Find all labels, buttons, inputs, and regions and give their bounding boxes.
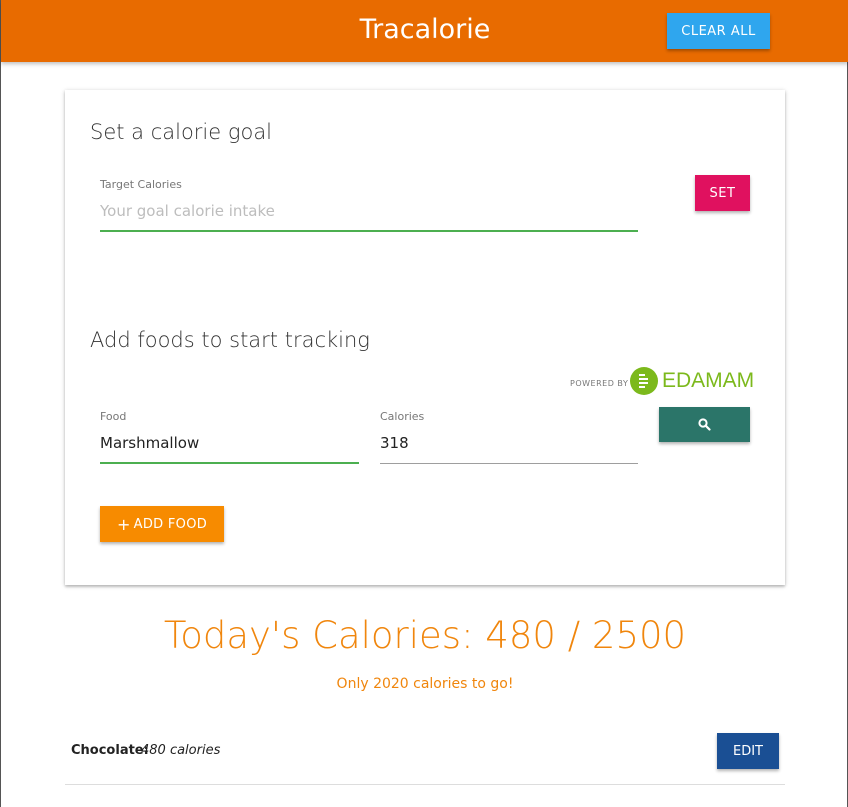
navbar: Tracalorie CLEAR ALL [1,0,848,62]
food-input[interactable]: Marshmallow [100,434,199,452]
calories-remaining: Only 2020 calories to go! [336,676,514,692]
edit-item-button[interactable]: EDIT [717,733,779,769]
powered-by-label: POWERED BY [570,379,629,388]
calories-input[interactable]: 318 [380,434,409,452]
edamam-brand: EDAMAM [662,369,755,392]
target-calories-underline [100,230,638,232]
todays-calories-total: Today's Calories: 480 / 2500 [163,614,687,657]
edamam-logo-icon [630,367,658,395]
set-goal-button[interactable]: SET [695,175,750,211]
add-food-button[interactable]: + ADD FOOD [100,506,224,542]
food-label: Food [100,410,127,423]
clear-all-button[interactable]: CLEAR ALL [667,13,770,49]
item-name: Chocolate: [71,743,149,758]
list-item: Chocolate: 480 calories EDIT [65,730,785,785]
calories-underline [380,463,638,464]
add-food-label: ADD FOOD [133,516,208,532]
tracker-card: Set a calorie goal Target Calories Your … [65,90,785,585]
plus-icon: + [116,514,131,534]
food-underline [100,462,359,464]
food-section-title: Add foods to start tracking [90,328,370,352]
calories-label: Calories [380,410,425,423]
item-calories: 480 calories [141,743,221,758]
goal-section-title: Set a calorie goal [90,120,273,144]
search-food-button[interactable] [659,407,750,442]
search-icon [698,418,711,431]
target-calories-input[interactable]: Your goal calorie intake [100,202,275,220]
target-calories-label: Target Calories [100,178,182,191]
